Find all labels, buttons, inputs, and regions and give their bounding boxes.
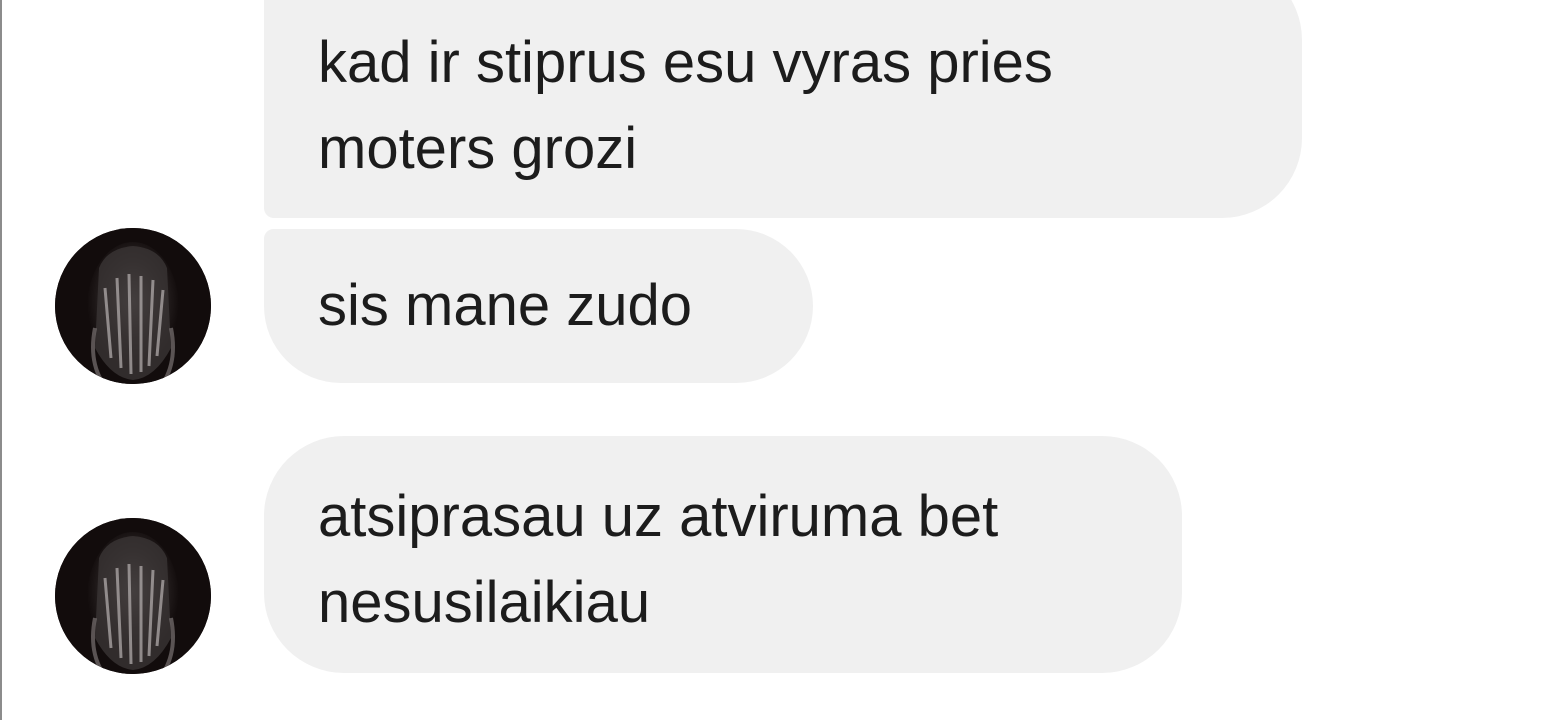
message-text-line: kad ir stiprus esu vyras pries bbox=[318, 30, 1053, 95]
contact-avatar[interactable] bbox=[55, 518, 211, 674]
message-bubble[interactable]: atsiprasau uz atviruma bet nesusilaikiau bbox=[264, 436, 1182, 673]
hands-over-face-photo-icon bbox=[55, 518, 211, 674]
message-text-line: nesusilaikiau bbox=[318, 570, 651, 635]
message-bubble[interactable]: sis mane zudo bbox=[264, 229, 813, 383]
hands-over-face-photo-icon bbox=[55, 228, 211, 384]
message-text-line: moters grozi bbox=[318, 116, 638, 181]
message-bubble[interactable]: kad ir stiprus esu vyras pries moters gr… bbox=[264, 0, 1302, 218]
chat-thread: kad ir stiprus esu vyras pries moters gr… bbox=[0, 0, 1558, 720]
message-text-line: sis mane zudo bbox=[318, 273, 692, 338]
message-text-line: atsiprasau uz atviruma bet bbox=[318, 484, 999, 549]
contact-avatar[interactable] bbox=[55, 228, 211, 384]
